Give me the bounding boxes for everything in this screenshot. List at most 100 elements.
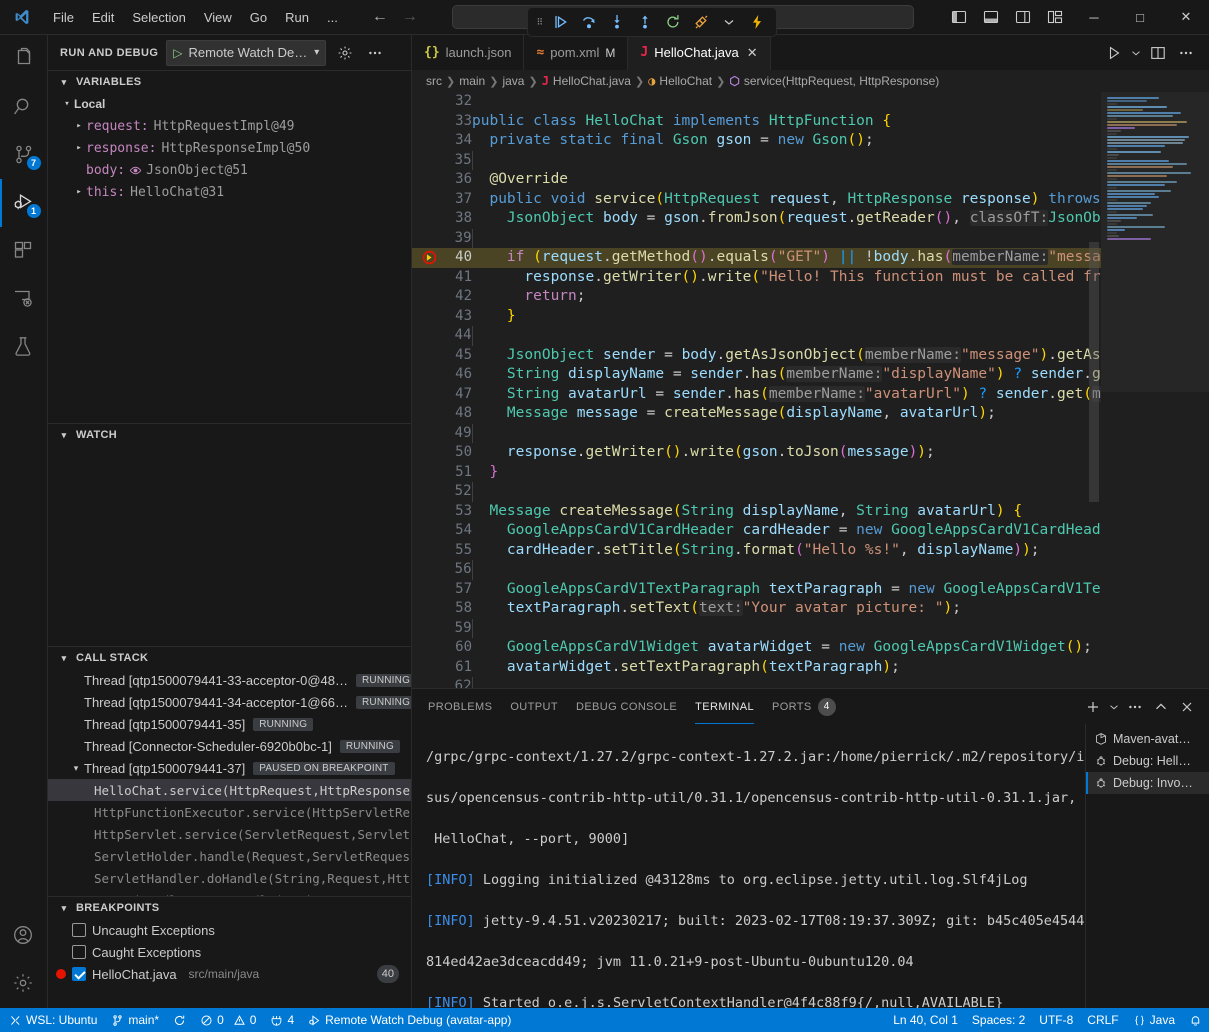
checkbox[interactable] [72, 945, 86, 959]
breakpoint-source-hellochat[interactable]: HelloChat.java src/main/java 40 [48, 963, 411, 985]
code-line[interactable]: 57 GoogleAppsCardV1TextParagraph textPar… [412, 580, 1101, 600]
tab-hellochat-java[interactable]: J HelloChat.java ✕ [628, 35, 770, 70]
close-icon[interactable]: ✕ [747, 45, 758, 61]
tab-ports[interactable]: PORTS 4 [772, 689, 836, 724]
variables-scope-local[interactable]: ▾ Local [48, 93, 411, 115]
tab-launch-json[interactable]: {} launch.json [412, 35, 524, 70]
problems-indicator[interactable]: 0 0 [193, 1008, 263, 1032]
code-line[interactable]: 39 [412, 229, 1101, 249]
editor-language-indicator[interactable]: Java [1126, 1008, 1182, 1032]
maximize-button[interactable]: □ [1117, 0, 1163, 35]
chevron-right-icon[interactable]: ▸ [72, 121, 86, 131]
close-panel-button[interactable] [1175, 695, 1199, 719]
toggle-primary-sidebar-button[interactable] [943, 0, 975, 35]
call-stack-thread-paused[interactable]: ▾ Thread [qtp1500079441-37] PAUSED ON BR… [48, 757, 411, 779]
code-line[interactable]: 34 private static final Gson gson = new … [412, 131, 1101, 151]
ports-indicator[interactable]: 4 [263, 1008, 301, 1032]
tab-problems[interactable]: PROBLEMS [428, 689, 492, 724]
customize-layout-button[interactable] [1039, 0, 1071, 35]
disconnect-button[interactable] [688, 10, 714, 34]
variable-row-request[interactable]: ▸ request: HttpRequestImpl@49 [48, 115, 411, 137]
call-stack-frame[interactable]: HttpFunctionExecutor.service(HttpServlet… [48, 801, 411, 823]
call-stack-thread[interactable]: Thread [Connector-Scheduler-6920b0bc-1] … [48, 735, 411, 757]
split-editor-button[interactable] [1145, 40, 1171, 66]
sidebar-item-testing[interactable] [0, 323, 48, 371]
code-line[interactable]: 62 [412, 677, 1101, 688]
breadcrumb-item-file[interactable]: J HelloChat.java [542, 74, 631, 88]
call-stack-thread[interactable]: Thread [qtp1500079441-35] RUNNING [48, 713, 411, 735]
variables-header[interactable]: ▾ VARIABLES [48, 71, 411, 93]
editor-minimap[interactable] [1101, 92, 1209, 688]
chevron-right-icon[interactable]: ▸ [72, 143, 86, 153]
eye-icon[interactable] [129, 164, 142, 177]
code-line[interactable]: 32 [412, 92, 1101, 112]
sidebar-item-extensions[interactable] [0, 227, 48, 275]
editor-position-indicator[interactable]: Ln 40, Col 1 [886, 1008, 965, 1032]
call-stack-thread[interactable]: Thread [qtp1500079441-33-acceptor-0@48… … [48, 669, 411, 691]
scrollbar-thumb[interactable] [1089, 242, 1099, 502]
new-terminal-button[interactable] [1081, 695, 1105, 719]
code-line[interactable]: 36 @Override [412, 170, 1101, 190]
menu-selection[interactable]: Selection [123, 7, 194, 28]
code-line[interactable]: 54 GoogleAppsCardV1CardHeader cardHeader… [412, 521, 1101, 541]
call-stack-header[interactable]: ▾ CALL STACK [48, 647, 411, 669]
code-line[interactable]: 61 avatarWidget.setTextParagraph(textPar… [412, 658, 1101, 678]
panel-more-actions-button[interactable] [1123, 695, 1147, 719]
maximize-panel-button[interactable] [1149, 695, 1173, 719]
chevron-right-icon[interactable]: ▸ [72, 187, 86, 197]
run-options-button[interactable] [1129, 40, 1143, 66]
code-line[interactable]: 59 [412, 619, 1101, 639]
step-into-button[interactable] [604, 10, 630, 34]
checkbox[interactable] [72, 923, 86, 937]
code-line[interactable]: 55 cardHeader.setTitle(String.format("He… [412, 541, 1101, 561]
sidebar-item-remote-explorer[interactable] [0, 275, 48, 323]
code-line[interactable]: 37 public void service(HttpRequest reque… [412, 190, 1101, 210]
menu-view[interactable]: View [195, 7, 241, 28]
tab-output[interactable]: OUTPUT [510, 689, 558, 724]
code-line[interactable]: 50 response.getWriter().write(gson.toJso… [412, 443, 1101, 463]
arrow-left-icon[interactable]: ← [367, 6, 393, 28]
hot-reload-button[interactable] [744, 10, 770, 34]
sidebar-item-search[interactable] [0, 83, 48, 131]
editor-more-actions-button[interactable] [1173, 40, 1199, 66]
code-line[interactable]: 49 [412, 424, 1101, 444]
call-stack-frame[interactable]: ServletHolder.handle(Request,ServletRequ… [48, 845, 411, 867]
variable-row-this[interactable]: ▸ this: HelloChat@31 [48, 181, 411, 203]
menu-more[interactable]: ... [318, 7, 347, 28]
accounts-button[interactable] [0, 912, 48, 960]
terminal-output[interactable]: /grpc/grpc-context/1.27.2/grpc-context-1… [412, 724, 1085, 1008]
debug-more-button[interactable] [716, 10, 742, 34]
minimize-button[interactable]: ─ [1071, 0, 1117, 35]
breadcrumb-item-method[interactable]: ⬡ service(HttpRequest, HttpResponse) [729, 74, 939, 88]
call-stack-frame[interactable]: HelloChat.service(HttpRequest,HttpRespon… [48, 779, 411, 801]
tab-debug-console[interactable]: DEBUG CONSOLE [576, 689, 677, 724]
code-line[interactable]: 44 [412, 326, 1101, 346]
manage-settings-button[interactable] [0, 960, 48, 1008]
checkbox[interactable] [72, 967, 86, 981]
open-launch-settings-button[interactable] [334, 42, 356, 64]
code-line[interactable]: 52 [412, 482, 1101, 502]
toggle-panel-button[interactable] [975, 0, 1007, 35]
watch-header[interactable]: ▾ WATCH [48, 424, 411, 446]
debug-configuration-select[interactable]: ▷ Remote Watch Debug ▾ [166, 40, 326, 66]
tab-terminal[interactable]: TERMINAL [695, 689, 754, 724]
remote-window-indicator[interactable]: WSL: Ubuntu [0, 1008, 104, 1032]
terminal-list-item-debug-hello[interactable]: Debug: Hell… [1086, 750, 1209, 772]
editor-indentation-indicator[interactable]: Spaces: 2 [965, 1008, 1032, 1032]
breadcrumb-item-src[interactable]: src [426, 74, 442, 88]
menu-file[interactable]: File [44, 7, 83, 28]
tab-pom-xml[interactable]: ≈ pom.xml M [524, 35, 628, 70]
variable-row-response[interactable]: ▸ response: HttpResponseImpl@50 [48, 137, 411, 159]
sidebar-more-actions-button[interactable] [364, 42, 386, 64]
editor-vertical-scrollbar[interactable] [1087, 92, 1101, 688]
notifications-bell-button[interactable] [1182, 1008, 1209, 1032]
code-line-current[interactable]: 40 if (request.getMethod().equals("GET")… [412, 248, 1101, 268]
code-editor[interactable]: 32 33public class HelloChat implements H… [412, 92, 1209, 688]
breadcrumb-item-class[interactable]: ◑ HelloChat [648, 74, 712, 88]
menu-edit[interactable]: Edit [83, 7, 123, 28]
code-line[interactable]: 47 String avatarUrl = sender.has(memberN… [412, 385, 1101, 405]
editor-eol-indicator[interactable]: CRLF [1080, 1008, 1125, 1032]
terminal-profile-button[interactable] [1107, 695, 1121, 719]
breakpoint-caught-exceptions[interactable]: Caught Exceptions [48, 941, 411, 963]
sync-changes-button[interactable] [166, 1008, 193, 1032]
